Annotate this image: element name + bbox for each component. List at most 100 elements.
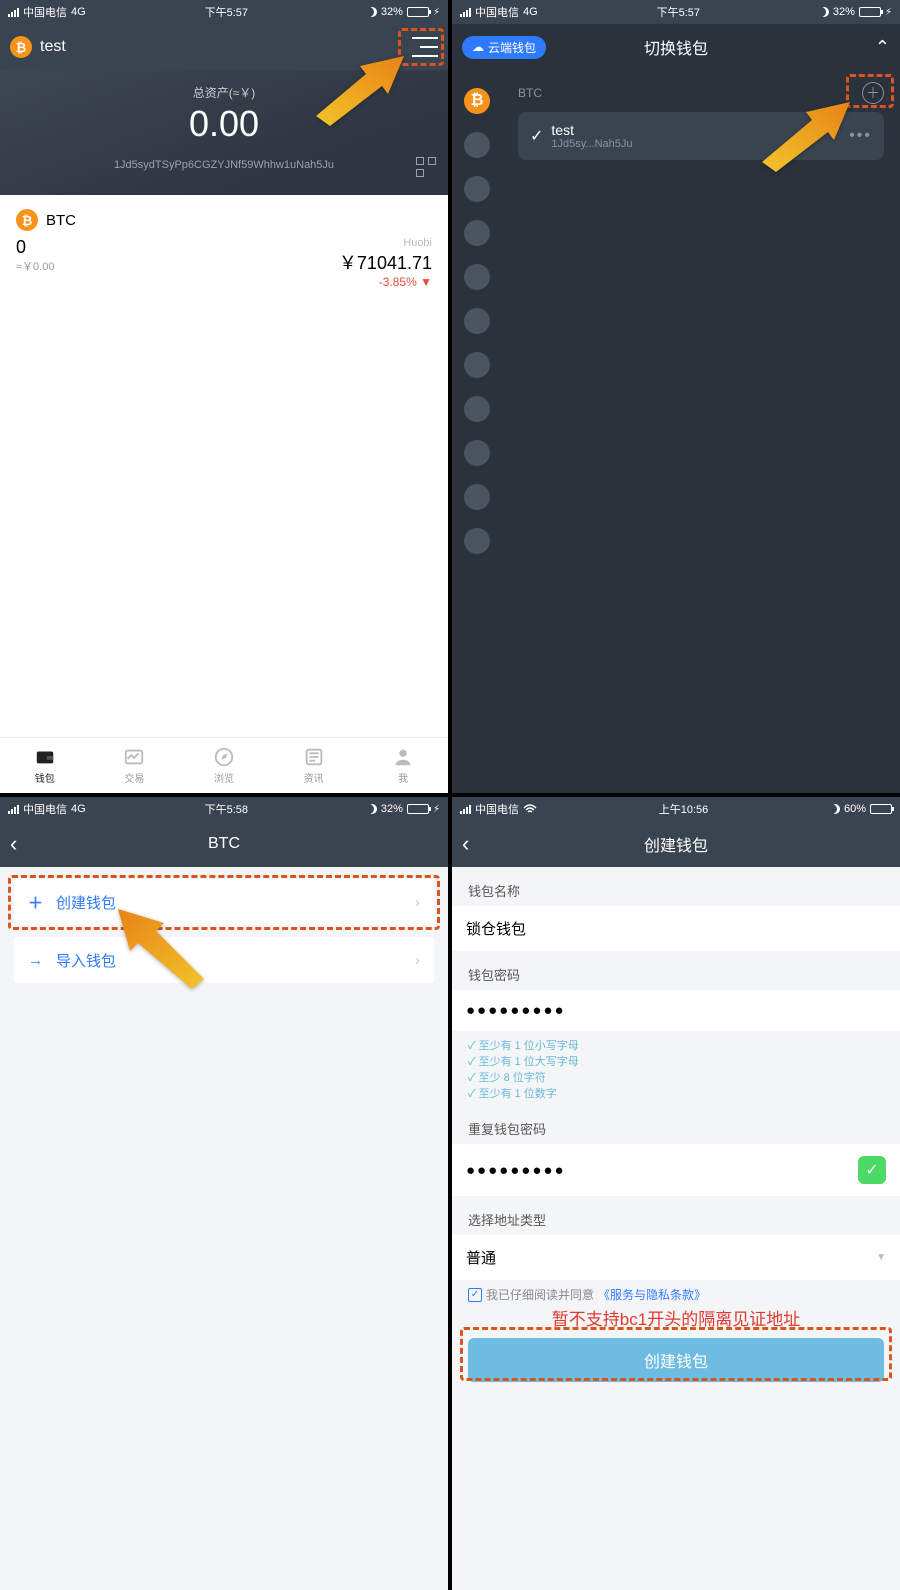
import-wallet-label: 导入钱包	[56, 950, 116, 971]
dropdown-icon: ▼	[876, 1252, 886, 1263]
moon-icon	[367, 804, 377, 814]
password-input[interactable]: ●●●●●●●●●	[452, 990, 900, 1031]
compass-icon	[213, 746, 235, 768]
charging-icon: ⚡︎	[433, 7, 440, 18]
chain-eos[interactable]	[464, 176, 490, 202]
moon-icon	[819, 7, 829, 17]
carrier: 中国电信	[475, 801, 519, 817]
coin-symbol: BTC	[46, 212, 76, 229]
tab-trade[interactable]: 交易	[90, 738, 180, 793]
wallet-card-name: test	[551, 122, 632, 138]
terms-link[interactable]: 《服务与隐私条款》	[598, 1286, 706, 1303]
chain-btc[interactable]: ₿	[464, 88, 490, 114]
addr-type-select[interactable]: 普通 ▼	[452, 1235, 900, 1280]
carrier: 中国电信	[23, 4, 67, 20]
annotation-arrow	[116, 909, 206, 994]
price-source: Huobi	[339, 237, 432, 249]
chain-rail: ₿	[452, 70, 502, 793]
agree-row[interactable]: ✓ 我已仔细阅读并同意 《服务与隐私条款》	[452, 1280, 900, 1303]
create-wallet-label: 创建钱包	[56, 892, 116, 913]
addr-type-label: 选择地址类型	[452, 1196, 900, 1235]
plus-icon: ＋	[28, 892, 46, 913]
agree-text: 我已仔细阅读并同意	[486, 1286, 594, 1303]
chain-bnb[interactable]	[464, 264, 490, 290]
chain-other[interactable]	[464, 528, 490, 554]
screen-switch-wallet: 中国电信 4G 下午5:57 32% ⚡︎ ☁ 云端钱包 切换钱包 ⌃ ₿	[452, 0, 900, 793]
create-wallet-button-label: 创建钱包	[644, 1348, 708, 1372]
chain-atom[interactable]	[464, 308, 490, 334]
tab-news[interactable]: 资讯	[269, 738, 359, 793]
tab-browse[interactable]: 浏览	[179, 738, 269, 793]
tab-news-label: 资讯	[304, 770, 324, 785]
wallet-address[interactable]: 1Jd5sydTSyPp6CGZYJNf59Whhw1uNah5Ju	[0, 159, 448, 171]
status-time: 下午5:58	[205, 801, 248, 817]
battery-icon	[407, 804, 429, 814]
wallet-name-label: 钱包名称	[452, 867, 900, 906]
header: ‹ 创建钱包	[452, 821, 900, 867]
status-bar: 中国电信 4G 下午5:57 32% ⚡︎	[0, 0, 448, 24]
screen-wallet-home: 中国电信 4G 下午5:57 32% ⚡︎ ₿ test 总资产(≈￥) 0.0…	[0, 0, 448, 793]
charging-icon: ⚡︎	[885, 7, 892, 18]
battery-icon	[870, 804, 892, 814]
tab-trade-label: 交易	[124, 770, 144, 785]
wallet-name-input[interactable]: 锁仓钱包	[452, 906, 900, 951]
network-4g: 4G	[523, 6, 538, 18]
chain-xrp[interactable]	[464, 440, 490, 466]
password2-input[interactable]: ●●●●●●●●● ✓	[452, 1144, 900, 1196]
check-icon: ✓	[530, 126, 543, 146]
status-time: 下午5:57	[657, 4, 700, 20]
create-wallet-button[interactable]: 创建钱包	[468, 1338, 884, 1382]
password2-value: ●●●●●●●●●	[466, 1162, 566, 1179]
battery-pct: 32%	[381, 6, 403, 18]
pw-req-length: 至少 8 位字符	[468, 1069, 884, 1085]
chart-icon	[123, 746, 145, 768]
tab-wallet-label: 钱包	[35, 770, 55, 785]
coin-holding: 0	[16, 237, 54, 258]
chain-dot[interactable]	[464, 352, 490, 378]
signal-icon	[8, 8, 19, 17]
section-label: BTC	[518, 86, 542, 100]
chain-ont[interactable]	[464, 396, 490, 422]
password-label: 钱包密码	[452, 951, 900, 990]
status-time: 上午10:56	[659, 801, 709, 817]
tab-me-label: 我	[398, 770, 408, 785]
news-icon	[303, 746, 325, 768]
wallet-name-value: 锁仓钱包	[466, 918, 526, 939]
chain-eth[interactable]	[464, 132, 490, 158]
down-caret-icon: ▼	[420, 275, 432, 289]
page-title: 创建钱包	[452, 832, 900, 856]
screen-btc-options: 中国电信 4G 下午5:58 32% ⚡︎ ‹ BTC ＋ 创建钱包 › → 导…	[0, 797, 448, 1590]
tab-browse-label: 浏览	[214, 770, 234, 785]
header: ‹ BTC	[0, 821, 448, 867]
menu-icon[interactable]	[412, 37, 438, 57]
segwit-warning: 暂不支持bc1开头的隔离见证地址	[452, 1303, 900, 1332]
tab-wallet[interactable]: 钱包	[0, 738, 90, 793]
chain-trx[interactable]	[464, 220, 490, 246]
network-4g: 4G	[71, 6, 86, 18]
annotation-arrow	[762, 102, 852, 177]
status-time: 下午5:57	[205, 4, 248, 20]
tab-me[interactable]: 我	[358, 738, 448, 793]
coin-holding-fiat: ≈￥0.00	[16, 258, 54, 274]
pw-req-lower: 至少有 1 位小写字母	[468, 1037, 884, 1053]
tab-bar: 钱包 交易 浏览 资讯 我	[0, 737, 448, 793]
coin-row-header[interactable]: ₿ BTC	[0, 195, 448, 237]
price-change: -3.85%	[379, 275, 417, 289]
moon-icon	[830, 804, 840, 814]
signal-icon	[460, 8, 471, 17]
battery-icon	[859, 7, 881, 17]
page-title: BTC	[0, 835, 448, 853]
qr-icon[interactable]	[416, 157, 436, 177]
battery-pct: 32%	[833, 6, 855, 18]
password-requirements: 至少有 1 位小写字母 至少有 1 位大写字母 至少 8 位字符 至少有 1 位…	[452, 1031, 900, 1105]
create-wallet-row[interactable]: ＋ 创建钱包 ›	[14, 879, 434, 925]
pw-req-digit: 至少有 1 位数字	[468, 1085, 884, 1101]
more-icon[interactable]: •••	[849, 127, 872, 145]
battery-pct: 32%	[381, 803, 403, 815]
import-wallet-row[interactable]: → 导入钱包 ›	[14, 937, 434, 983]
wallet-card-addr: 1Jd5sy...Nah5Ju	[551, 138, 632, 150]
chain-zil[interactable]	[464, 484, 490, 510]
add-wallet-button[interactable]: ＋	[862, 82, 884, 104]
status-bar: 中国电信 4G 下午5:57 32% ⚡︎	[452, 0, 900, 24]
agree-checkbox[interactable]: ✓	[468, 1288, 482, 1302]
